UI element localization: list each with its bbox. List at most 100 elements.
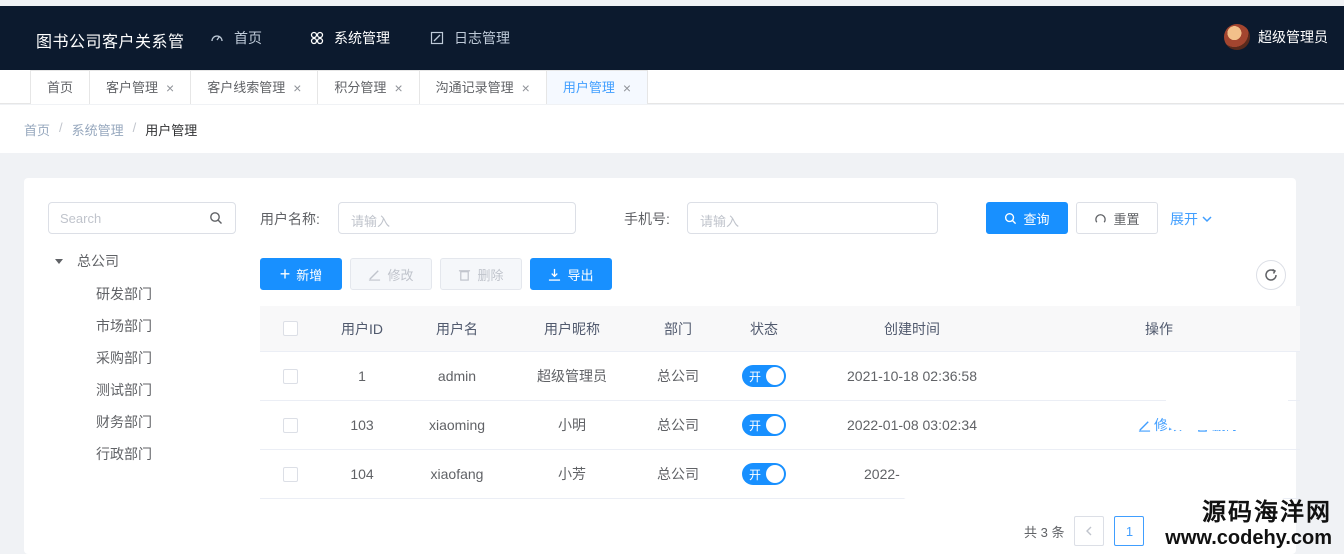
expand-label: 展开 [1170, 211, 1198, 227]
cell-nickname: 小明 [558, 417, 586, 433]
query-button-label: 查询 [1023, 211, 1050, 227]
tags-view: 首页 客户管理 × 客户线索管理 × 积分管理 × 沟通记录管理 × 用户管理 × [30, 70, 649, 104]
nav-item-logs[interactable]: 日志管理 [410, 6, 530, 70]
user-menu[interactable]: 超级管理员 [1224, 24, 1328, 50]
edit-button[interactable]: 修改 [350, 258, 432, 290]
user-name: 超级管理员 [1258, 29, 1328, 45]
table-row: 103 xiaoming 小明 总公司 开 2022-01-08 03:02:3… [260, 401, 1300, 450]
expand-toggle[interactable]: 展开 [1170, 209, 1213, 229]
cell-username: xiaofang [430, 466, 484, 482]
cell-created: 2021-10-18 02:36:58 [847, 368, 977, 384]
add-button-label: 新增 [296, 267, 323, 283]
close-icon[interactable]: × [623, 72, 631, 104]
close-icon[interactable]: × [394, 72, 402, 104]
column-header: 用户ID [341, 320, 383, 337]
reset-button[interactable]: 重置 [1076, 202, 1158, 234]
tree-node[interactable]: 行政部门 [52, 438, 152, 470]
tree-node[interactable]: 测试部门 [52, 374, 152, 406]
tree-node[interactable]: 采购部门 [52, 342, 152, 374]
add-button[interactable]: + 新增 [260, 258, 342, 290]
tab-label: 用户管理 [562, 79, 615, 95]
select-all-checkbox[interactable] [282, 321, 298, 336]
page-number[interactable]: 1 [1114, 516, 1145, 546]
edit-icon [430, 31, 444, 45]
row-checkbox[interactable] [282, 466, 298, 482]
cell-created: 2022-01-08 03:02:34 [847, 417, 977, 433]
cell-nickname: 超级管理员 [537, 368, 607, 384]
query-button[interactable]: 查询 [986, 202, 1068, 234]
breadcrumb-bar: 首页 / 系统管理 / 用户管理 [0, 105, 1344, 153]
status-switch[interactable]: 开 [742, 365, 786, 387]
status-switch[interactable]: 开 [742, 414, 786, 436]
edit-button-label: 修改 [387, 267, 414, 283]
nav-item-home-label: 首页 [234, 30, 262, 46]
reset-button-label: 重置 [1113, 211, 1140, 227]
tree-node-root[interactable]: 总公司 [52, 250, 152, 272]
status-switch-text: 开 [749, 370, 762, 384]
table-row: 1 admin 超级管理员 总公司 开 2021-10-18 02:36:58 [260, 352, 1300, 401]
pagination-total: 共 3 条 [1024, 524, 1065, 540]
refresh-icon [1265, 268, 1277, 281]
username-label: 用户名称: [260, 211, 320, 227]
top-header: 图书公司客户关系管 首页 系统管理 日志管理 超级管理员 [0, 6, 1344, 70]
tree-node[interactable]: 财务部门 [52, 406, 152, 438]
tab-customer-leads[interactable]: 客户线索管理 × [190, 70, 319, 104]
chevron-down-icon [1202, 216, 1212, 223]
column-header: 操作 [1145, 320, 1173, 337]
grid-icon [310, 31, 324, 45]
tab-label: 首页 [47, 79, 74, 95]
status-switch-text: 开 [749, 419, 762, 433]
cell-user-id: 103 [350, 417, 374, 433]
phone-input[interactable]: 请输入 [687, 202, 938, 234]
pagination: 共 3 条 1 [1024, 516, 1145, 546]
nav-item-home[interactable]: 首页 [206, 6, 282, 70]
nav-item-system[interactable]: 系统管理 [282, 6, 410, 70]
tab-label: 沟通记录管理 [435, 79, 514, 95]
column-header: 创建时间 [884, 320, 940, 337]
delete-button-label: 删除 [477, 267, 504, 283]
dept-search-input[interactable]: Search [48, 202, 236, 234]
avatar [1224, 24, 1250, 50]
close-icon[interactable]: × [522, 72, 530, 104]
tree-node[interactable]: 研发部门 [52, 278, 152, 310]
breadcrumb: 首页 / 系统管理 / 用户管理 [24, 120, 197, 139]
status-switch-text: 开 [749, 468, 762, 482]
refresh-icon [1095, 213, 1107, 223]
tab-users[interactable]: 用户管理 × [545, 70, 649, 104]
tree-node[interactable]: 市场部门 [52, 310, 152, 342]
tab-points[interactable]: 积分管理 × [317, 70, 420, 104]
cell-dept: 总公司 [657, 417, 699, 433]
column-header: 用户名 [436, 320, 478, 337]
nav-item-system-label: 系统管理 [334, 30, 390, 46]
table-header: 用户ID 用户名 用户昵称 部门 状态 创建时间 操作 [260, 306, 1300, 352]
status-switch[interactable]: 开 [742, 463, 786, 485]
breadcrumb-item[interactable]: 系统管理 [72, 120, 124, 139]
tab-communication[interactable]: 沟通记录管理 × [418, 70, 547, 104]
close-icon[interactable]: × [166, 72, 174, 104]
dept-search-placeholder: Search [60, 211, 102, 226]
tab-home[interactable]: 首页 [30, 70, 91, 104]
breadcrumb-item[interactable]: 首页 [24, 120, 50, 139]
delete-button[interactable]: 删除 [440, 258, 522, 290]
caret-down-icon[interactable] [55, 258, 63, 264]
occlusion-overlay [1166, 362, 1288, 430]
tab-customer[interactable]: 客户管理 × [89, 70, 192, 104]
username-input[interactable]: 请输入 [338, 202, 576, 234]
cell-user-id: 1 [358, 368, 366, 384]
switch-knob [766, 367, 784, 385]
breadcrumb-separator: / [59, 120, 63, 135]
refresh-button[interactable] [1256, 260, 1286, 290]
switch-knob [766, 416, 784, 434]
export-button[interactable]: 导出 [530, 258, 612, 290]
watermark-url: www.codehy.com [1165, 527, 1332, 549]
edit-icon [1138, 420, 1151, 432]
top-nav: 首页 系统管理 日志管理 [206, 6, 530, 70]
close-icon[interactable]: × [293, 72, 301, 104]
cell-dept: 总公司 [657, 368, 699, 384]
row-checkbox[interactable] [282, 417, 298, 433]
prev-page-button[interactable] [1074, 516, 1105, 546]
watermark-title: 源码海洋网 [1202, 499, 1332, 526]
search-icon [210, 212, 222, 224]
row-checkbox[interactable] [282, 368, 298, 384]
nav-item-logs-label: 日志管理 [454, 30, 510, 46]
